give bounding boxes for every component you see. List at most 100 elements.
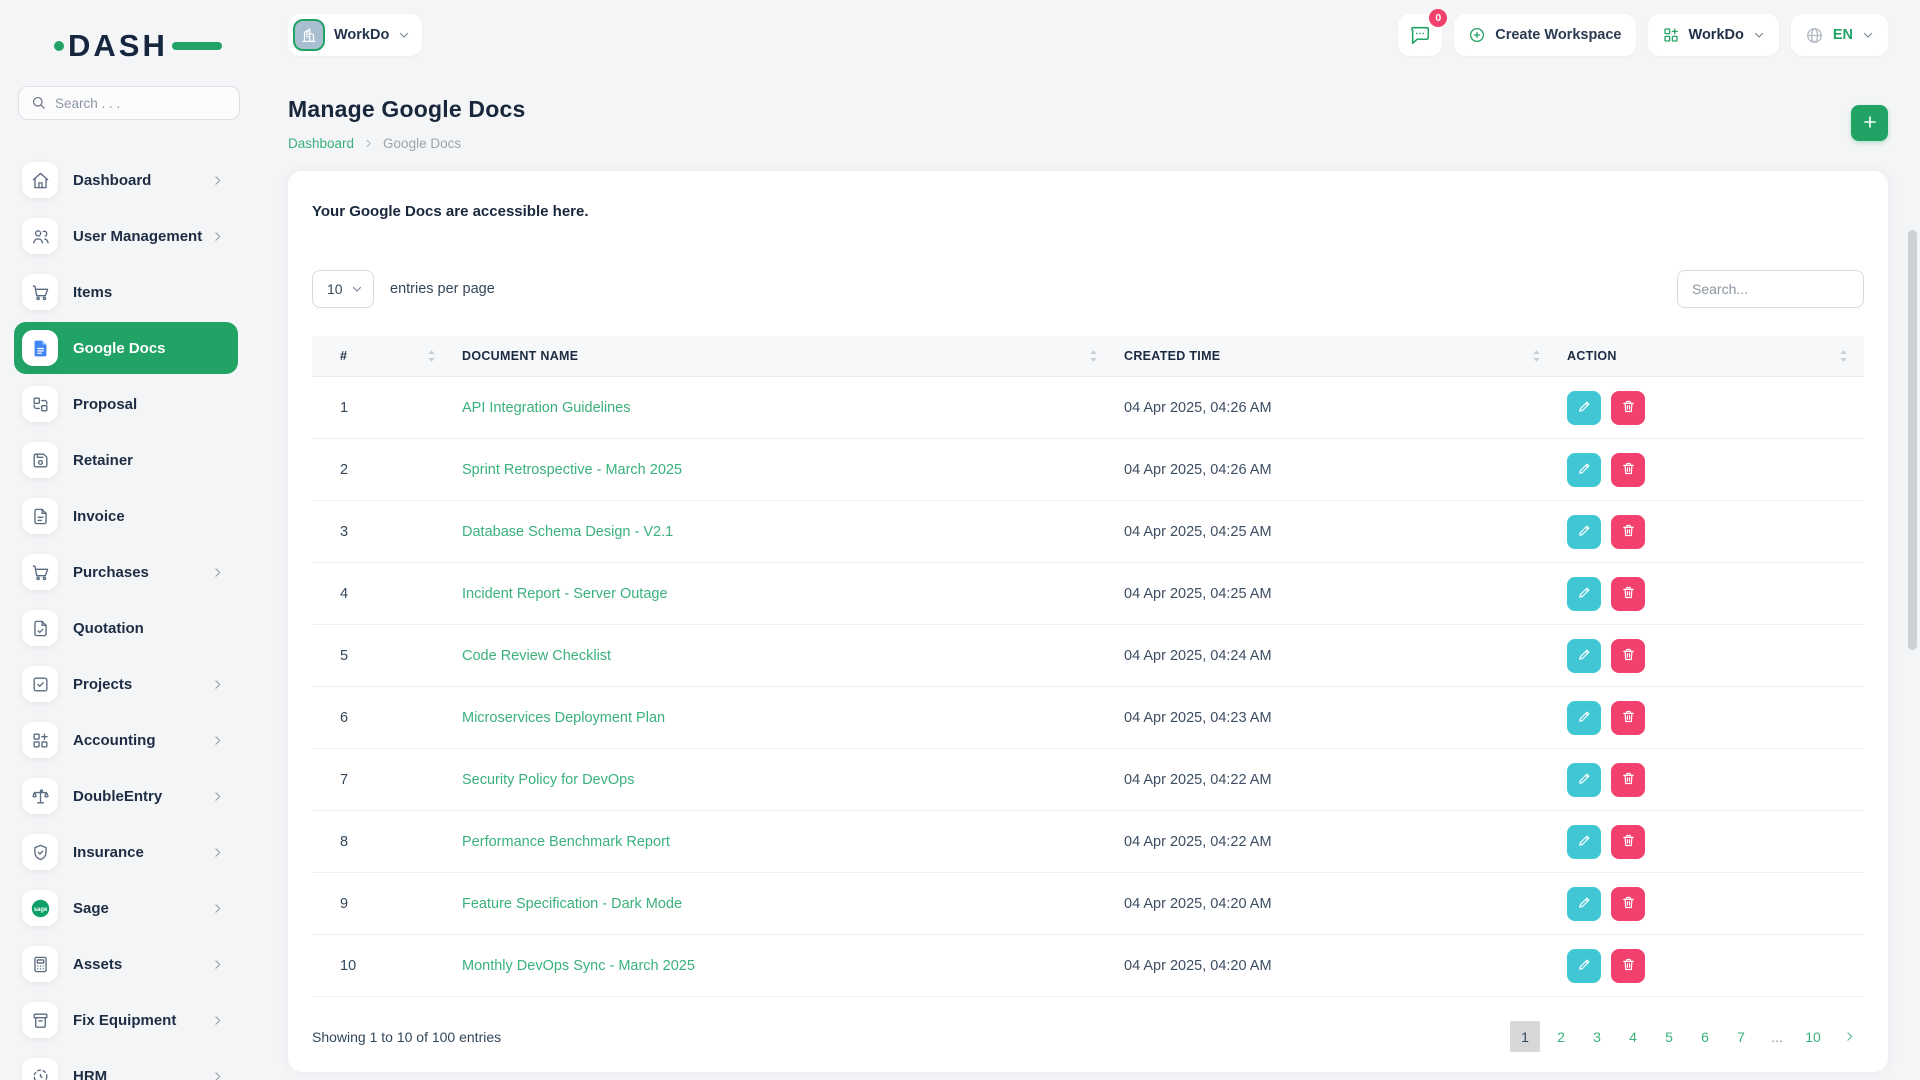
sidebar-item-dashboard[interactable]: Dashboard: [14, 154, 238, 206]
chevron-right-icon: [211, 846, 224, 859]
sidebar-item-items[interactable]: Items: [14, 266, 238, 318]
sidebar-item-proposal[interactable]: Proposal: [14, 378, 238, 430]
column-header-label: ACTION: [1567, 349, 1617, 363]
delete-button[interactable]: [1611, 453, 1645, 487]
sidebar-item-hrm[interactable]: HRM: [14, 1050, 238, 1080]
sidebar-item-label: Retainer: [73, 452, 133, 469]
breadcrumb-dashboard-link[interactable]: Dashboard: [288, 136, 354, 151]
sidebar-search-input[interactable]: [18, 86, 240, 120]
workspace-switcher[interactable]: WorkDo: [1648, 14, 1779, 56]
row-number: 3: [312, 501, 462, 563]
document-link[interactable]: Monthly DevOps Sync - March 2025: [462, 958, 695, 974]
workspace-switcher-label: WorkDo: [1689, 27, 1744, 43]
delete-button[interactable]: [1611, 391, 1645, 425]
page-7-button[interactable]: 7: [1726, 1021, 1756, 1052]
edit-button[interactable]: [1567, 701, 1601, 735]
page-6-button[interactable]: 6: [1690, 1021, 1720, 1052]
page-2-button[interactable]: 2: [1546, 1021, 1576, 1052]
sidebar-item-fix-equipment[interactable]: Fix Equipment: [14, 994, 238, 1046]
delete-button[interactable]: [1611, 701, 1645, 735]
document-link[interactable]: Security Policy for DevOps: [462, 772, 634, 788]
table-search-input[interactable]: [1677, 270, 1864, 308]
plus-circle-icon: [1468, 26, 1486, 44]
add-google-doc-button[interactable]: [1851, 105, 1888, 141]
document-link[interactable]: Database Schema Design - V2.1: [462, 524, 673, 540]
document-link[interactable]: Microservices Deployment Plan: [462, 710, 665, 726]
chevron-right-icon: [211, 902, 224, 915]
edit-button[interactable]: [1567, 825, 1601, 859]
sidebar-item-google-docs[interactable]: Google Docs: [14, 322, 238, 374]
table-row: 1API Integration Guidelines04 Apr 2025, …: [312, 377, 1864, 439]
sidebar-item-purchases[interactable]: Purchases: [14, 546, 238, 598]
chevron-right-icon: [211, 958, 224, 971]
edit-button[interactable]: [1567, 887, 1601, 921]
sage-icon: sage: [22, 890, 58, 926]
column-header-[interactable]: #: [312, 336, 462, 377]
delete-button[interactable]: [1611, 639, 1645, 673]
page-5-button[interactable]: 5: [1654, 1021, 1684, 1052]
delete-button[interactable]: [1611, 577, 1645, 611]
sort-icon: [1839, 349, 1848, 363]
document-link[interactable]: Code Review Checklist: [462, 648, 611, 664]
created-time: 04 Apr 2025, 04:22 AM: [1124, 811, 1567, 873]
next-page-button[interactable]: [1834, 1021, 1864, 1052]
document-link[interactable]: Feature Specification - Dark Mode: [462, 896, 682, 912]
sidebar-item-quotation[interactable]: Quotation: [14, 602, 238, 654]
sidebar-item-label: HRM: [73, 1068, 107, 1080]
sidebar-item-retainer[interactable]: Retainer: [14, 434, 238, 486]
column-header-action[interactable]: ACTION: [1567, 336, 1864, 377]
page-title: Manage Google Docs: [288, 96, 525, 123]
edit-button[interactable]: [1567, 577, 1601, 611]
delete-button[interactable]: [1611, 887, 1645, 921]
delete-button[interactable]: [1611, 949, 1645, 983]
messages-badge: 0: [1429, 9, 1447, 27]
create-workspace-button[interactable]: Create Workspace: [1454, 14, 1635, 56]
brand-logo[interactable]: DASH: [68, 28, 192, 62]
entries-per-page-select[interactable]: 10: [312, 270, 374, 308]
edit-button[interactable]: [1567, 391, 1601, 425]
chevron-right-icon: [363, 138, 374, 149]
edit-button[interactable]: [1567, 763, 1601, 797]
delete-button[interactable]: [1611, 515, 1645, 549]
google-docs-icon: [22, 330, 58, 366]
edit-button[interactable]: [1567, 949, 1601, 983]
created-time: 04 Apr 2025, 04:25 AM: [1124, 501, 1567, 563]
file-text-icon: [22, 498, 58, 534]
sidebar-item-insurance[interactable]: Insurance: [14, 826, 238, 878]
document-link[interactable]: Performance Benchmark Report: [462, 834, 670, 850]
sidebar-item-accounting[interactable]: Accounting: [14, 714, 238, 766]
sidebar-item-invoice[interactable]: Invoice: [14, 490, 238, 542]
sidebar-item-assets[interactable]: Assets: [14, 938, 238, 990]
scrollbar-thumb[interactable]: [1908, 230, 1917, 650]
page-1-button[interactable]: 1: [1510, 1021, 1540, 1052]
language-selector[interactable]: EN: [1791, 14, 1888, 56]
document-link[interactable]: Incident Report - Server Outage: [462, 586, 668, 602]
sidebar-item-doubleentry[interactable]: DoubleEntry: [14, 770, 238, 822]
delete-button[interactable]: [1611, 825, 1645, 859]
document-link[interactable]: API Integration Guidelines: [462, 400, 630, 416]
sidebar-item-projects[interactable]: Projects: [14, 658, 238, 710]
edit-button[interactable]: [1567, 453, 1601, 487]
row-number: 9: [312, 873, 462, 935]
page-4-button[interactable]: 4: [1618, 1021, 1648, 1052]
edit-button[interactable]: [1567, 515, 1601, 549]
workspace-selector[interactable]: WorkDo: [288, 14, 422, 56]
document-link[interactable]: Sprint Retrospective - March 2025: [462, 462, 682, 478]
sidebar-item-label: Projects: [73, 676, 132, 693]
sidebar-item-user-management[interactable]: User Management: [14, 210, 238, 262]
page-10-button[interactable]: 10: [1798, 1021, 1828, 1052]
sort-icon: [427, 349, 436, 363]
column-header-document-name[interactable]: DOCUMENT NAME: [462, 336, 1124, 377]
page-3-button[interactable]: 3: [1582, 1021, 1612, 1052]
edit-button[interactable]: [1567, 639, 1601, 673]
row-number: 6: [312, 687, 462, 749]
messages-button[interactable]: 0: [1398, 14, 1442, 56]
chevron-right-icon: [211, 174, 224, 187]
sidebar-item-sage[interactable]: sageSage: [14, 882, 238, 934]
main-content: WorkDo 0 Create Workspace WorkDo: [272, 0, 1920, 1080]
users-icon: [22, 218, 58, 254]
delete-button[interactable]: [1611, 763, 1645, 797]
created-time: 04 Apr 2025, 04:23 AM: [1124, 687, 1567, 749]
created-time: 04 Apr 2025, 04:25 AM: [1124, 563, 1567, 625]
column-header-created-time[interactable]: CREATED TIME: [1124, 336, 1567, 377]
